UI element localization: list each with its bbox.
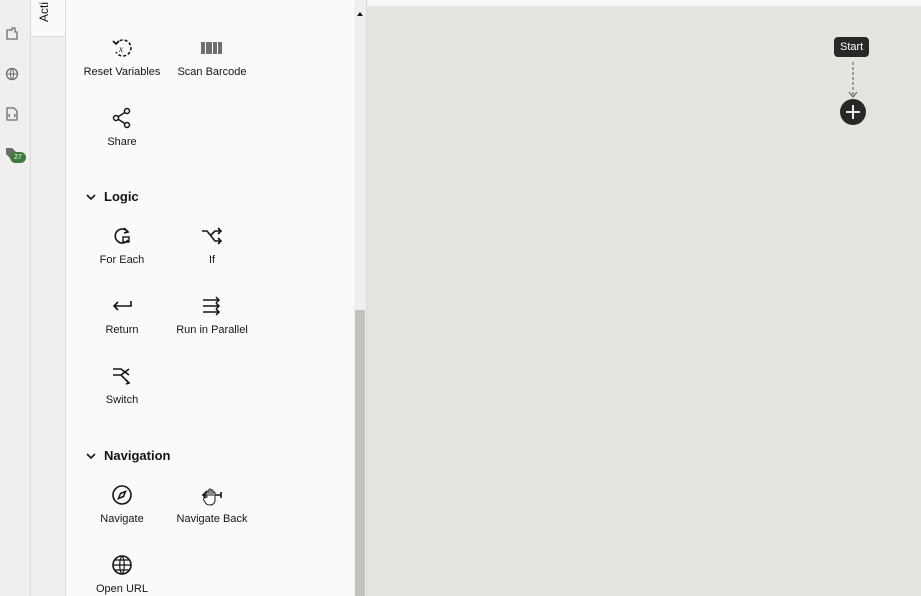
scroll-up-arrow-icon[interactable] xyxy=(356,10,364,18)
section-title: Navigation xyxy=(104,448,171,463)
compass-icon xyxy=(112,485,132,505)
palette-item-run-in-parallel[interactable]: Run in Parallel xyxy=(164,294,260,336)
palette-item-label: If xyxy=(208,254,216,266)
palette-item-reset-variables[interactable]: x Reset Variables xyxy=(74,36,170,78)
palette-item-label: Return xyxy=(105,324,139,336)
chevron-down-icon xyxy=(86,193,96,200)
plus-icon xyxy=(846,105,860,119)
share-icon xyxy=(112,107,131,129)
palette-item-label: Switch xyxy=(105,394,139,406)
puzzle-icon[interactable] xyxy=(4,26,20,42)
section-header-navigation[interactable]: Navigation xyxy=(84,448,170,463)
if-icon xyxy=(202,227,223,245)
connector-line xyxy=(848,62,858,98)
palette-item-for-each[interactable]: For Each xyxy=(74,224,170,266)
palette-item-label: For Each xyxy=(99,254,145,266)
palette-item-return[interactable]: Return xyxy=(74,294,170,336)
globe-rail-icon[interactable] xyxy=(4,66,20,82)
left-rail: 27 xyxy=(0,0,31,596)
action-palette: x Reset Variables Scan Barcode Share Log… xyxy=(66,0,354,596)
for-each-icon xyxy=(114,227,130,244)
code-file-icon[interactable] xyxy=(4,106,20,122)
section-header-logic[interactable]: Logic xyxy=(84,189,139,204)
palette-item-label: Navigate Back xyxy=(176,513,248,525)
flow-canvas[interactable]: Start xyxy=(367,0,921,596)
switch-icon xyxy=(113,368,131,385)
reset-variables-icon: x xyxy=(112,39,132,57)
palette-item-label: Run in Parallel xyxy=(176,324,248,336)
return-icon xyxy=(112,301,132,311)
notification-badge: 27 xyxy=(10,152,26,163)
palette-item-switch[interactable]: Switch xyxy=(74,364,170,406)
section-title: Logic xyxy=(104,189,139,204)
globe-icon xyxy=(112,555,132,575)
run-parallel-icon xyxy=(203,296,221,316)
tab-actions-label: Acti xyxy=(37,2,51,22)
start-node[interactable]: Start xyxy=(834,37,870,57)
barcode-icon xyxy=(201,42,222,54)
palette-item-label: Reset Variables xyxy=(83,66,161,78)
palette-item-label: Navigate xyxy=(100,513,144,525)
palette-item-label: Open URL xyxy=(96,583,148,595)
tab-actions[interactable]: Acti xyxy=(31,0,65,37)
palette-item-label: Share xyxy=(107,136,137,148)
svg-text:x: x xyxy=(118,44,123,54)
palette-item-label: Scan Barcode xyxy=(177,66,247,78)
palette-item-navigate[interactable]: Navigate xyxy=(74,483,170,525)
palette-item-share[interactable]: Share xyxy=(74,106,170,148)
palette-scrollbar[interactable] xyxy=(354,0,367,596)
palette-item-open-url[interactable]: Open URL xyxy=(74,553,170,595)
palette-item-scan-barcode[interactable]: Scan Barcode xyxy=(164,36,260,78)
hand-cursor-icon xyxy=(203,488,216,506)
add-step-button[interactable] xyxy=(840,99,866,125)
scroll-thumb[interactable] xyxy=(355,310,365,596)
vertical-tab-strip: Acti xyxy=(31,0,66,596)
chevron-down-icon xyxy=(86,452,96,459)
palette-item-if[interactable]: If xyxy=(164,224,260,266)
